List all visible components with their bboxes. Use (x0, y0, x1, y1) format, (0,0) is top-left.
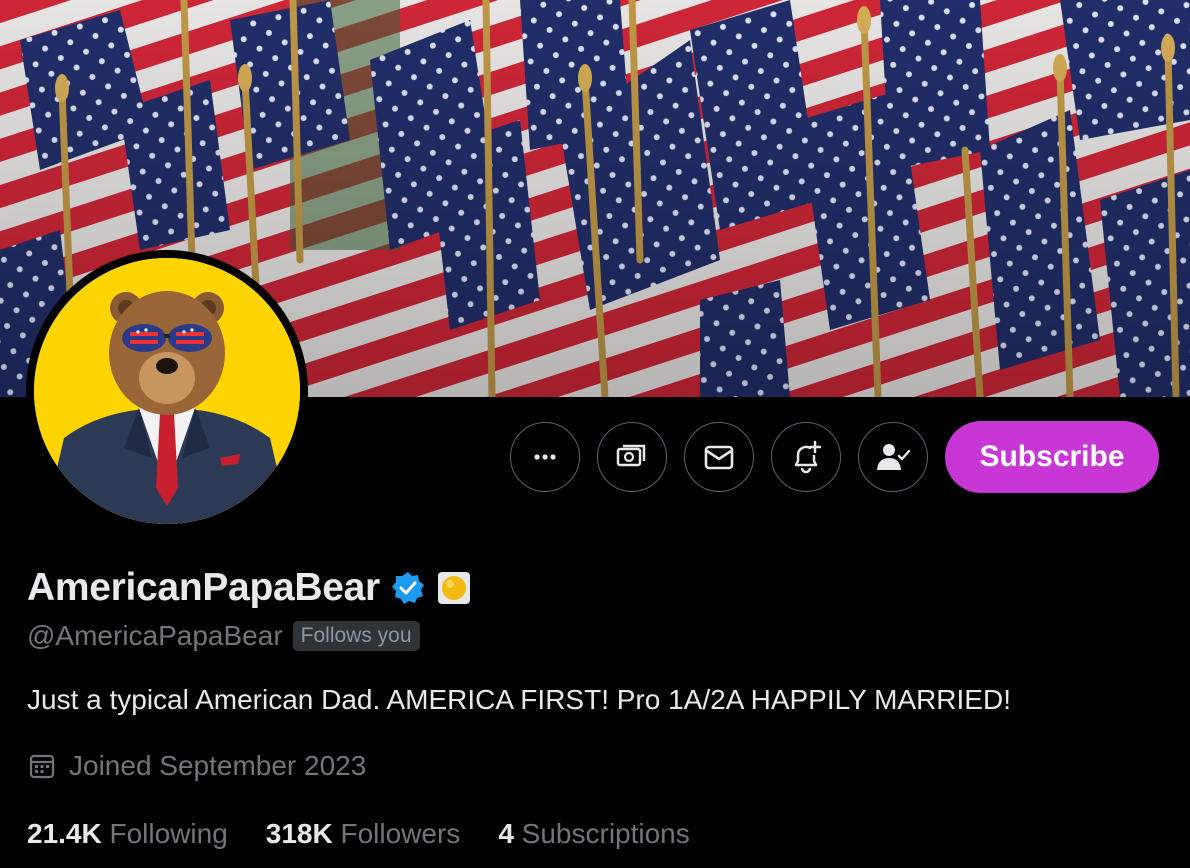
money-icon (616, 444, 646, 467)
following-button[interactable] (858, 422, 928, 492)
profile-avatar[interactable] (26, 250, 308, 532)
profile-name-row: AmericanPapaBear (27, 566, 472, 610)
message-button[interactable] (684, 422, 754, 492)
calendar-icon (29, 754, 55, 779)
joined-date-row: Joined September 2023 (27, 750, 366, 782)
envelope-icon (704, 445, 734, 470)
profile-stats: 21.4K Following 318K Followers 4 Subscri… (27, 818, 690, 850)
affiliate-emoji-icon[interactable] (436, 570, 472, 606)
profile-bio: Just a typical American Dad. AMERICA FIR… (27, 684, 1011, 715)
avatar-image (34, 258, 300, 524)
profile-actions: Subscribe (510, 421, 1159, 493)
followers-stat-link[interactable]: 318K Followers (266, 818, 461, 850)
following-label: Following (109, 818, 228, 849)
followers-label: Followers (340, 818, 461, 849)
followers-count: 318K (265, 818, 333, 849)
display-name: AmericanPapaBear (27, 566, 380, 609)
subscriptions-label: Subscriptions (521, 818, 690, 849)
following-stat-link[interactable]: 21.4K Following (27, 818, 228, 850)
subscriptions-count: 4 (498, 818, 514, 849)
bear-in-suit-illustration (34, 258, 300, 524)
person-check-icon (877, 444, 911, 470)
tip-button[interactable] (597, 422, 667, 492)
notifications-button[interactable] (771, 422, 841, 492)
subscribe-button[interactable]: Subscribe (945, 421, 1159, 493)
subscriptions-stat-link[interactable]: 4 Subscriptions (498, 818, 689, 850)
ellipsis-icon (534, 454, 556, 460)
profile-handle-row: @AmericaPapaBear Follows you (27, 620, 420, 652)
following-count: 21.4K (27, 818, 102, 849)
follows-you-badge: Follows you (292, 621, 420, 651)
user-handle: @AmericaPapaBear (27, 620, 283, 651)
bell-plus-icon (794, 440, 822, 474)
verified-badge-icon[interactable] (390, 570, 426, 606)
more-button[interactable] (510, 422, 580, 492)
joined-date-text: Joined September 2023 (69, 750, 367, 781)
